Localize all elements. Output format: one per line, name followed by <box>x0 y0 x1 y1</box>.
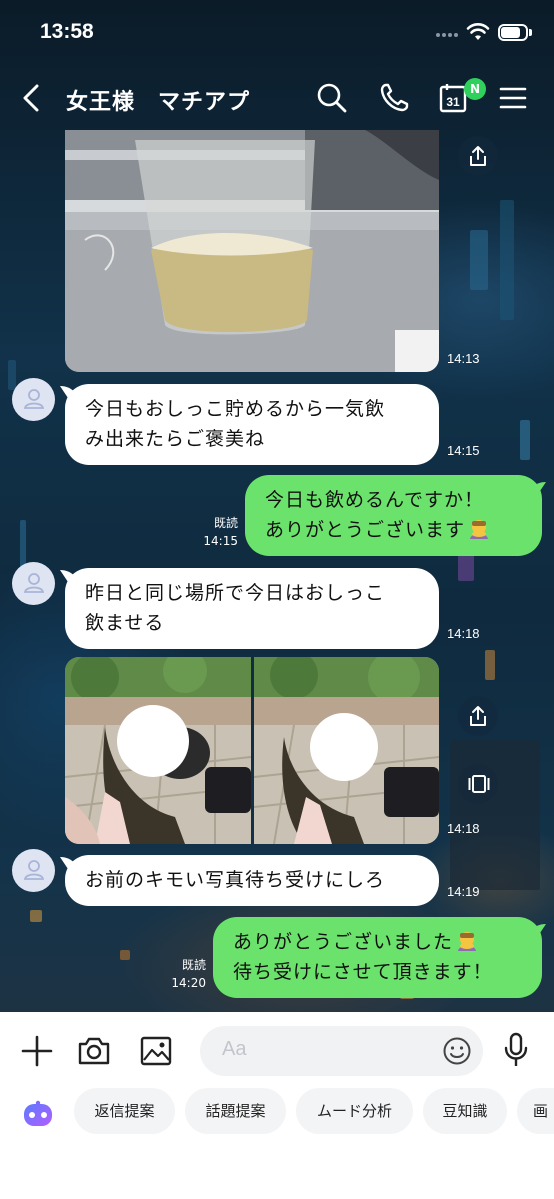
message-input[interactable]: Aa <box>200 1026 483 1076</box>
gallery-icon <box>468 775 490 793</box>
photo-message[interactable] <box>254 657 439 844</box>
calendar-day: 31 <box>446 95 460 109</box>
chip-trivia[interactable]: 豆知識 <box>423 1088 507 1134</box>
search-icon[interactable] <box>316 82 348 114</box>
chat-title[interactable]: 女王様 マチアプ <box>66 84 250 116</box>
menu-icon[interactable] <box>498 82 530 114</box>
message-text: み出来たらご褒美ね <box>85 428 266 450</box>
share-button[interactable] <box>458 136 498 176</box>
avatar[interactable] <box>12 562 55 605</box>
timestamp: 14:18 <box>447 626 480 641</box>
message-text: 飲ませる <box>85 612 165 634</box>
share-icon <box>470 146 486 166</box>
avatar[interactable] <box>12 378 55 421</box>
suggestion-chips: 返信提案 話題提案 ムード分析 豆知識 画 <box>0 1088 554 1138</box>
message-text: 昨日と同じ場所で今日はおしっこ <box>85 582 386 604</box>
avatar-icon <box>23 389 45 409</box>
message-bubble-outgoing[interactable]: ありがとうございました 待ち受けにさせて頂きます！ <box>213 917 542 998</box>
message-bubble-incoming[interactable]: お前のキモい写真待ち受けにしろ <box>65 855 439 906</box>
chip-reply-suggestion[interactable]: 返信提案 <box>74 1088 175 1134</box>
message-text: 今日もおしっこ貯めるから一気飲 <box>85 398 386 420</box>
message-bubble-incoming[interactable]: 今日もおしっこ貯めるから一気飲 み出来たらご褒美ね <box>65 384 439 465</box>
share-button[interactable] <box>458 696 498 736</box>
chip-topic-suggestion[interactable]: 話題提案 <box>185 1088 286 1134</box>
photo-message[interactable] <box>65 130 439 372</box>
chip-image[interactable]: 画 <box>517 1088 554 1134</box>
chip-mood-analysis[interactable]: ムード分析 <box>296 1088 413 1134</box>
bubble-tail <box>530 482 546 494</box>
bowing-emoji-icon <box>470 520 489 539</box>
photo-message[interactable] <box>65 657 251 844</box>
message-text: ありがとうございます <box>265 519 466 541</box>
calendar-badge: N <box>464 78 486 100</box>
input-placeholder: Aa <box>222 1038 247 1060</box>
status-bar: 13:58 <box>0 0 554 66</box>
message-text: 今日も飲めるんですか！ <box>265 489 485 511</box>
timestamp: 14:15 <box>447 443 480 458</box>
image-icon[interactable] <box>139 1034 173 1068</box>
share-icon <box>470 706 486 726</box>
avatar[interactable] <box>12 849 55 892</box>
timestamp: 14:18 <box>447 821 480 836</box>
plus-icon[interactable] <box>20 1034 54 1068</box>
gallery-button[interactable] <box>458 764 498 804</box>
phone-icon[interactable] <box>378 82 410 114</box>
timestamp: 14:19 <box>447 884 480 899</box>
message-text: ありがとうございました <box>233 931 454 953</box>
clock: 13:58 <box>40 20 94 43</box>
wifi-icon <box>466 23 490 40</box>
avatar-icon <box>23 573 45 593</box>
message-bubble-outgoing[interactable]: 今日も飲めるんですか！ ありがとうございます <box>245 475 542 556</box>
avatar-icon <box>23 860 45 880</box>
message-bubble-incoming[interactable]: 昨日と同じ場所で今日はおしっこ 飲ませる <box>65 568 439 649</box>
emoji-icon[interactable] <box>442 1036 472 1066</box>
back-icon[interactable] <box>20 84 44 112</box>
bowing-emoji-icon <box>458 932 477 951</box>
message-text: お前のキモい写真待ち受けにしろ <box>85 869 386 891</box>
message-text: 待ち受けにさせて頂きます！ <box>233 961 493 983</box>
bubble-tail <box>530 924 546 936</box>
mic-icon[interactable] <box>502 1032 530 1068</box>
read-receipt: 既読 14:15 <box>203 516 238 548</box>
read-receipt: 既読 14:20 <box>171 958 206 990</box>
battery-icon <box>498 24 532 42</box>
timestamp: 14:13 <box>447 351 480 366</box>
signal-icon <box>436 33 458 39</box>
camera-icon[interactable] <box>77 1034 111 1068</box>
